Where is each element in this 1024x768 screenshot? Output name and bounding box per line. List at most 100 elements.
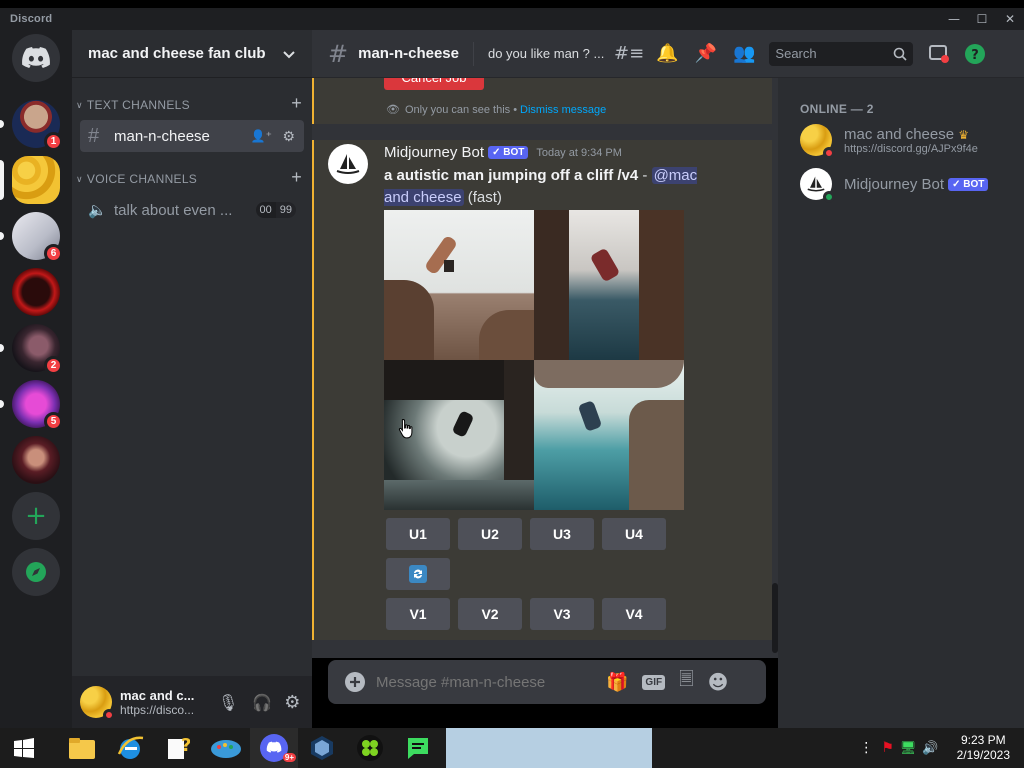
avatar[interactable]	[80, 686, 115, 721]
minimize-button[interactable]: —	[940, 8, 968, 30]
emoji-icon[interactable]: ☻	[708, 670, 729, 694]
server-icon-mac-and-cheese[interactable]	[0, 156, 60, 204]
generated-image-grid[interactable]	[384, 210, 684, 510]
flag-icon[interactable]: ⚑	[881, 740, 894, 756]
channel-voice-talk[interactable]: 🔈 talk about even ... 00 99	[80, 194, 304, 226]
variation-2-button[interactable]: V2	[458, 598, 522, 630]
message-input[interactable]	[376, 670, 596, 694]
bot-badge: ✓ BOT	[488, 146, 529, 159]
server-icon-politician[interactable]: 1	[0, 100, 63, 151]
channel-topic[interactable]: do you like man ? ...	[488, 46, 606, 61]
generated-image-1[interactable]	[384, 210, 534, 360]
server-icon-neon[interactable]: 5	[0, 380, 63, 431]
user-name: mac and c...	[120, 687, 195, 703]
pin-icon[interactable]: 📌	[695, 43, 717, 64]
variation-1-button[interactable]: V1	[386, 598, 450, 630]
member-mac-and-cheese[interactable]: mac and cheese ♛ https://discord.gg/AJPx…	[786, 118, 1016, 162]
refresh-icon	[409, 565, 427, 583]
member-status: https://discord.gg/AJPx9f4e	[844, 142, 978, 155]
close-button[interactable]: ✕	[996, 8, 1024, 30]
variation-4-button[interactable]: V4	[602, 598, 666, 630]
taskbar-clover-app[interactable]	[346, 728, 394, 768]
bell-icon[interactable]: 🔔	[656, 43, 678, 64]
windows-logo-icon	[14, 738, 34, 758]
add-server-button[interactable]: +	[12, 492, 60, 540]
taskbar-paint[interactable]	[202, 728, 250, 768]
invite-icon[interactable]: 👤⁺	[251, 129, 272, 143]
maximize-button[interactable]: ☐	[968, 8, 996, 30]
server-icon-portrait[interactable]	[12, 436, 60, 484]
variation-3-button[interactable]: V3	[530, 598, 594, 630]
upscale-button-row: U1 U2 U3 U4	[386, 518, 666, 550]
add-attachment-icon[interactable]	[344, 671, 366, 693]
upscale-1-button[interactable]: U1	[386, 518, 450, 550]
upscale-4-button[interactable]: U4	[602, 518, 666, 550]
taskbar-help-notes[interactable]: ?	[154, 728, 202, 768]
folder-icon	[69, 738, 95, 759]
taskbar-internet-explorer[interactable]	[106, 728, 154, 768]
help-document-icon: ?	[168, 735, 190, 759]
mention-badge: 1	[44, 132, 63, 151]
generated-image-2[interactable]	[534, 210, 684, 360]
chat-header: # man-n-cheese do you like man ? ... #≡ …	[312, 30, 1024, 78]
search-input[interactable]: Search	[769, 41, 914, 66]
threads-icon[interactable]: #≡	[614, 43, 644, 64]
help-icon[interactable]: ?	[965, 43, 986, 64]
taskbar-file-explorer[interactable]	[58, 728, 106, 768]
member-midjourney-bot[interactable]: Midjourney Bot ✓ BOT	[786, 162, 1016, 206]
volume-icon[interactable]: 🔊	[922, 741, 938, 756]
overflow-dots-icon[interactable]: ⋮	[859, 740, 873, 756]
create-channel-button[interactable]: +	[291, 167, 302, 188]
upscale-2-button[interactable]: U2	[458, 518, 522, 550]
home-button[interactable]	[12, 34, 60, 82]
gear-icon[interactable]: ⚙	[282, 128, 295, 145]
dismiss-message-link[interactable]: Dismiss message	[520, 104, 606, 116]
message-content: a autistic man jumping off a cliff /v4 -…	[384, 167, 698, 206]
taskbar-active-window-preview[interactable]	[446, 728, 652, 768]
user-settings-gear-icon[interactable]: ⚙	[284, 692, 300, 713]
taskbar-virtualbox[interactable]	[298, 728, 346, 768]
message-author[interactable]: Midjourney Bot	[384, 144, 484, 161]
taskbar-discord[interactable]: 9+	[250, 728, 298, 768]
channel-title: man-n-cheese	[358, 45, 459, 62]
reroll-row	[386, 558, 450, 590]
crown-icon: ♛	[958, 127, 970, 142]
network-icon[interactable]: 🖥	[900, 741, 917, 756]
server-icon-white[interactable]: 6	[0, 212, 63, 263]
mention-badge: 5	[44, 412, 63, 431]
headphones-icon[interactable]: 🎧	[252, 693, 272, 712]
server-icon-red-logo[interactable]	[12, 268, 60, 316]
avatar[interactable]	[328, 144, 368, 184]
hand-cursor-icon	[398, 418, 414, 440]
sailboat-icon	[807, 176, 825, 192]
guild-name: mac and cheese fan club	[88, 45, 266, 62]
inbox-icon[interactable]	[929, 44, 950, 63]
taskbar-notes-app[interactable]	[394, 728, 442, 768]
chevron-down-icon	[283, 50, 295, 58]
sticker-icon[interactable]: 🗏	[679, 667, 693, 697]
member-list-icon[interactable]: 👥	[733, 43, 755, 64]
category-voice-channels[interactable]: ∨ VOICE CHANNELS +	[76, 167, 308, 189]
reroll-button[interactable]	[386, 558, 450, 590]
server-rail: 1 6 2 5 +	[0, 30, 72, 728]
app-title: Discord	[10, 13, 53, 25]
cancel-job-button[interactable]: Cancel Job	[384, 78, 484, 90]
clock[interactable]: 9:23 PM 2/19/2023	[957, 733, 1010, 763]
upscale-3-button[interactable]: U3	[530, 518, 594, 550]
start-button[interactable]	[0, 728, 48, 768]
member-name: Midjourney Bot	[844, 175, 945, 193]
gift-icon[interactable]: 🎁	[606, 672, 628, 693]
mute-mic-icon[interactable]: 🎙	[218, 693, 238, 712]
hash-icon: #	[88, 124, 100, 147]
server-icon-dark[interactable]: 2	[0, 324, 63, 375]
explore-servers-button[interactable]	[12, 548, 60, 596]
generated-image-4[interactable]	[534, 360, 684, 510]
category-text-channels[interactable]: ∨ TEXT CHANNELS +	[76, 93, 308, 115]
channel-man-n-cheese[interactable]: # man-n-cheese 👤⁺ ⚙	[80, 120, 304, 152]
compass-icon	[26, 562, 46, 582]
gif-button[interactable]: GIF	[642, 674, 666, 690]
internet-explorer-icon	[117, 736, 144, 759]
create-channel-button[interactable]: +	[291, 93, 302, 114]
guild-header[interactable]: mac and cheese fan club	[72, 30, 312, 78]
user-panel: mac and c... https://disco... 🎙 🎧 ⚙	[72, 676, 312, 728]
